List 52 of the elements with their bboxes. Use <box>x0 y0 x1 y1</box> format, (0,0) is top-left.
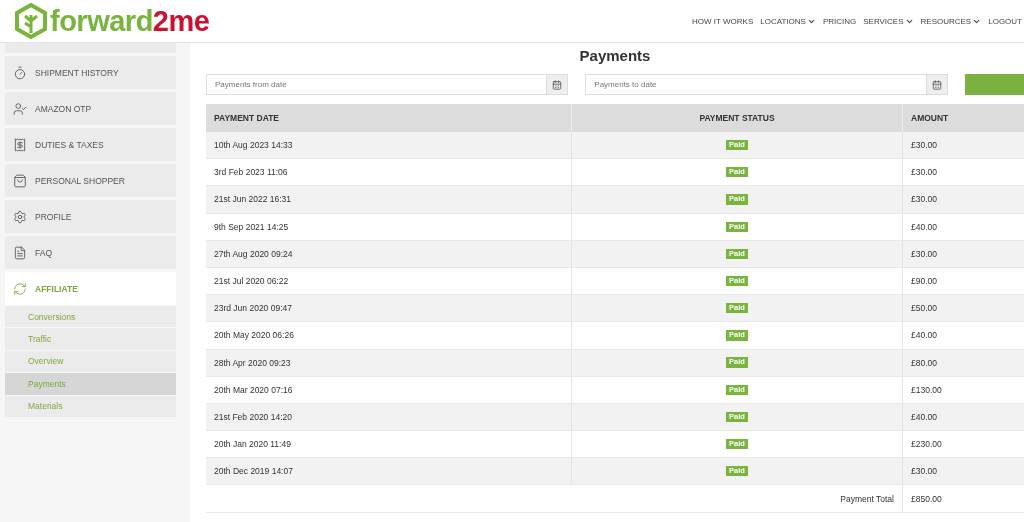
sidebar-item[interactable]: PERSONAL SHOPPER <box>5 164 176 197</box>
table-cell: £40.00 <box>903 403 1024 432</box>
table-cell: £30.00 <box>903 458 1024 486</box>
table-cell: 9th Sep 2021 14:25 <box>206 213 572 241</box>
column-header: AMOUNT <box>903 104 1024 132</box>
logo-text[interactable]: forward2me <box>50 6 210 36</box>
settings-icon <box>13 209 27 224</box>
sidebar-item[interactable]: DUTIES & TAXES <box>5 128 176 161</box>
table-cell: 28th Apr 2020 09:23 <box>206 349 572 377</box>
table-cell: £30.00 <box>903 186 1024 214</box>
table-cell: 21st Jun 2022 16:31 <box>206 186 572 214</box>
page-title: Payments <box>578 47 652 64</box>
timer-icon <box>13 65 27 80</box>
calendar-icon <box>552 79 563 90</box>
calendar-button[interactable] <box>925 74 948 95</box>
table-cell: £80.00 <box>903 349 1024 377</box>
table-cell: 20th Mar 2020 07:16 <box>206 376 572 404</box>
nav-link[interactable]: LOCATIONS <box>760 16 816 26</box>
table-cell: 20th May 2020 06:26 <box>206 322 572 350</box>
sidebar-item[interactable]: PROFILE <box>5 200 176 233</box>
table-cell: 3rd Feb 2023 11:06 <box>206 159 572 187</box>
user-check-icon <box>13 101 27 116</box>
document-icon <box>13 245 27 260</box>
table-cell: 20th Dec 2019 14:07 <box>206 458 572 486</box>
nav-link[interactable]: PRICING <box>822 16 857 26</box>
column-header: PAYMENT STATUS <box>572 104 903 132</box>
table-cell: £30.00 <box>903 240 1024 268</box>
total-label: Payment Total <box>206 485 903 513</box>
nav-link[interactable]: RESOURCES <box>920 16 982 26</box>
table-cell: 21st Feb 2020 14:20 <box>206 403 572 432</box>
date-field[interactable]: Payments to date <box>585 74 926 95</box>
column-header: PAYMENT DATE <box>206 104 572 132</box>
table-cell: 23rd Jun 2020 09:47 <box>206 295 572 323</box>
bag-icon <box>13 173 27 188</box>
sidebar-item[interactable]: FAQ <box>5 236 176 269</box>
date-field[interactable]: Payments from date <box>206 74 547 95</box>
table-cell: 21st Jul 2020 06:22 <box>206 267 572 296</box>
table-cell: £30.00 <box>903 132 1024 160</box>
table-cell: 20th Jan 2020 11:49 <box>206 431 572 459</box>
sidebar-item[interactable]: SHIPMENT HISTORY <box>5 56 176 89</box>
nav-link[interactable]: HOW IT WORKS <box>692 16 754 26</box>
table-cell: 27th Aug 2020 09:24 <box>206 240 572 268</box>
receipt-icon <box>13 137 27 152</box>
nav-link[interactable]: SERVICES <box>863 16 914 26</box>
nav-link[interactable]: LOGOUT <box>988 16 1022 26</box>
logo-icon <box>14 3 48 39</box>
table-cell: 10th Aug 2023 14:33 <box>206 132 572 160</box>
table-cell: £50.00 <box>903 295 1024 323</box>
sidebar-item[interactable]: AMAZON OTP <box>5 92 176 125</box>
cycle-icon <box>13 281 27 296</box>
calendar-button[interactable] <box>546 74 569 95</box>
calendar-icon <box>931 79 942 90</box>
